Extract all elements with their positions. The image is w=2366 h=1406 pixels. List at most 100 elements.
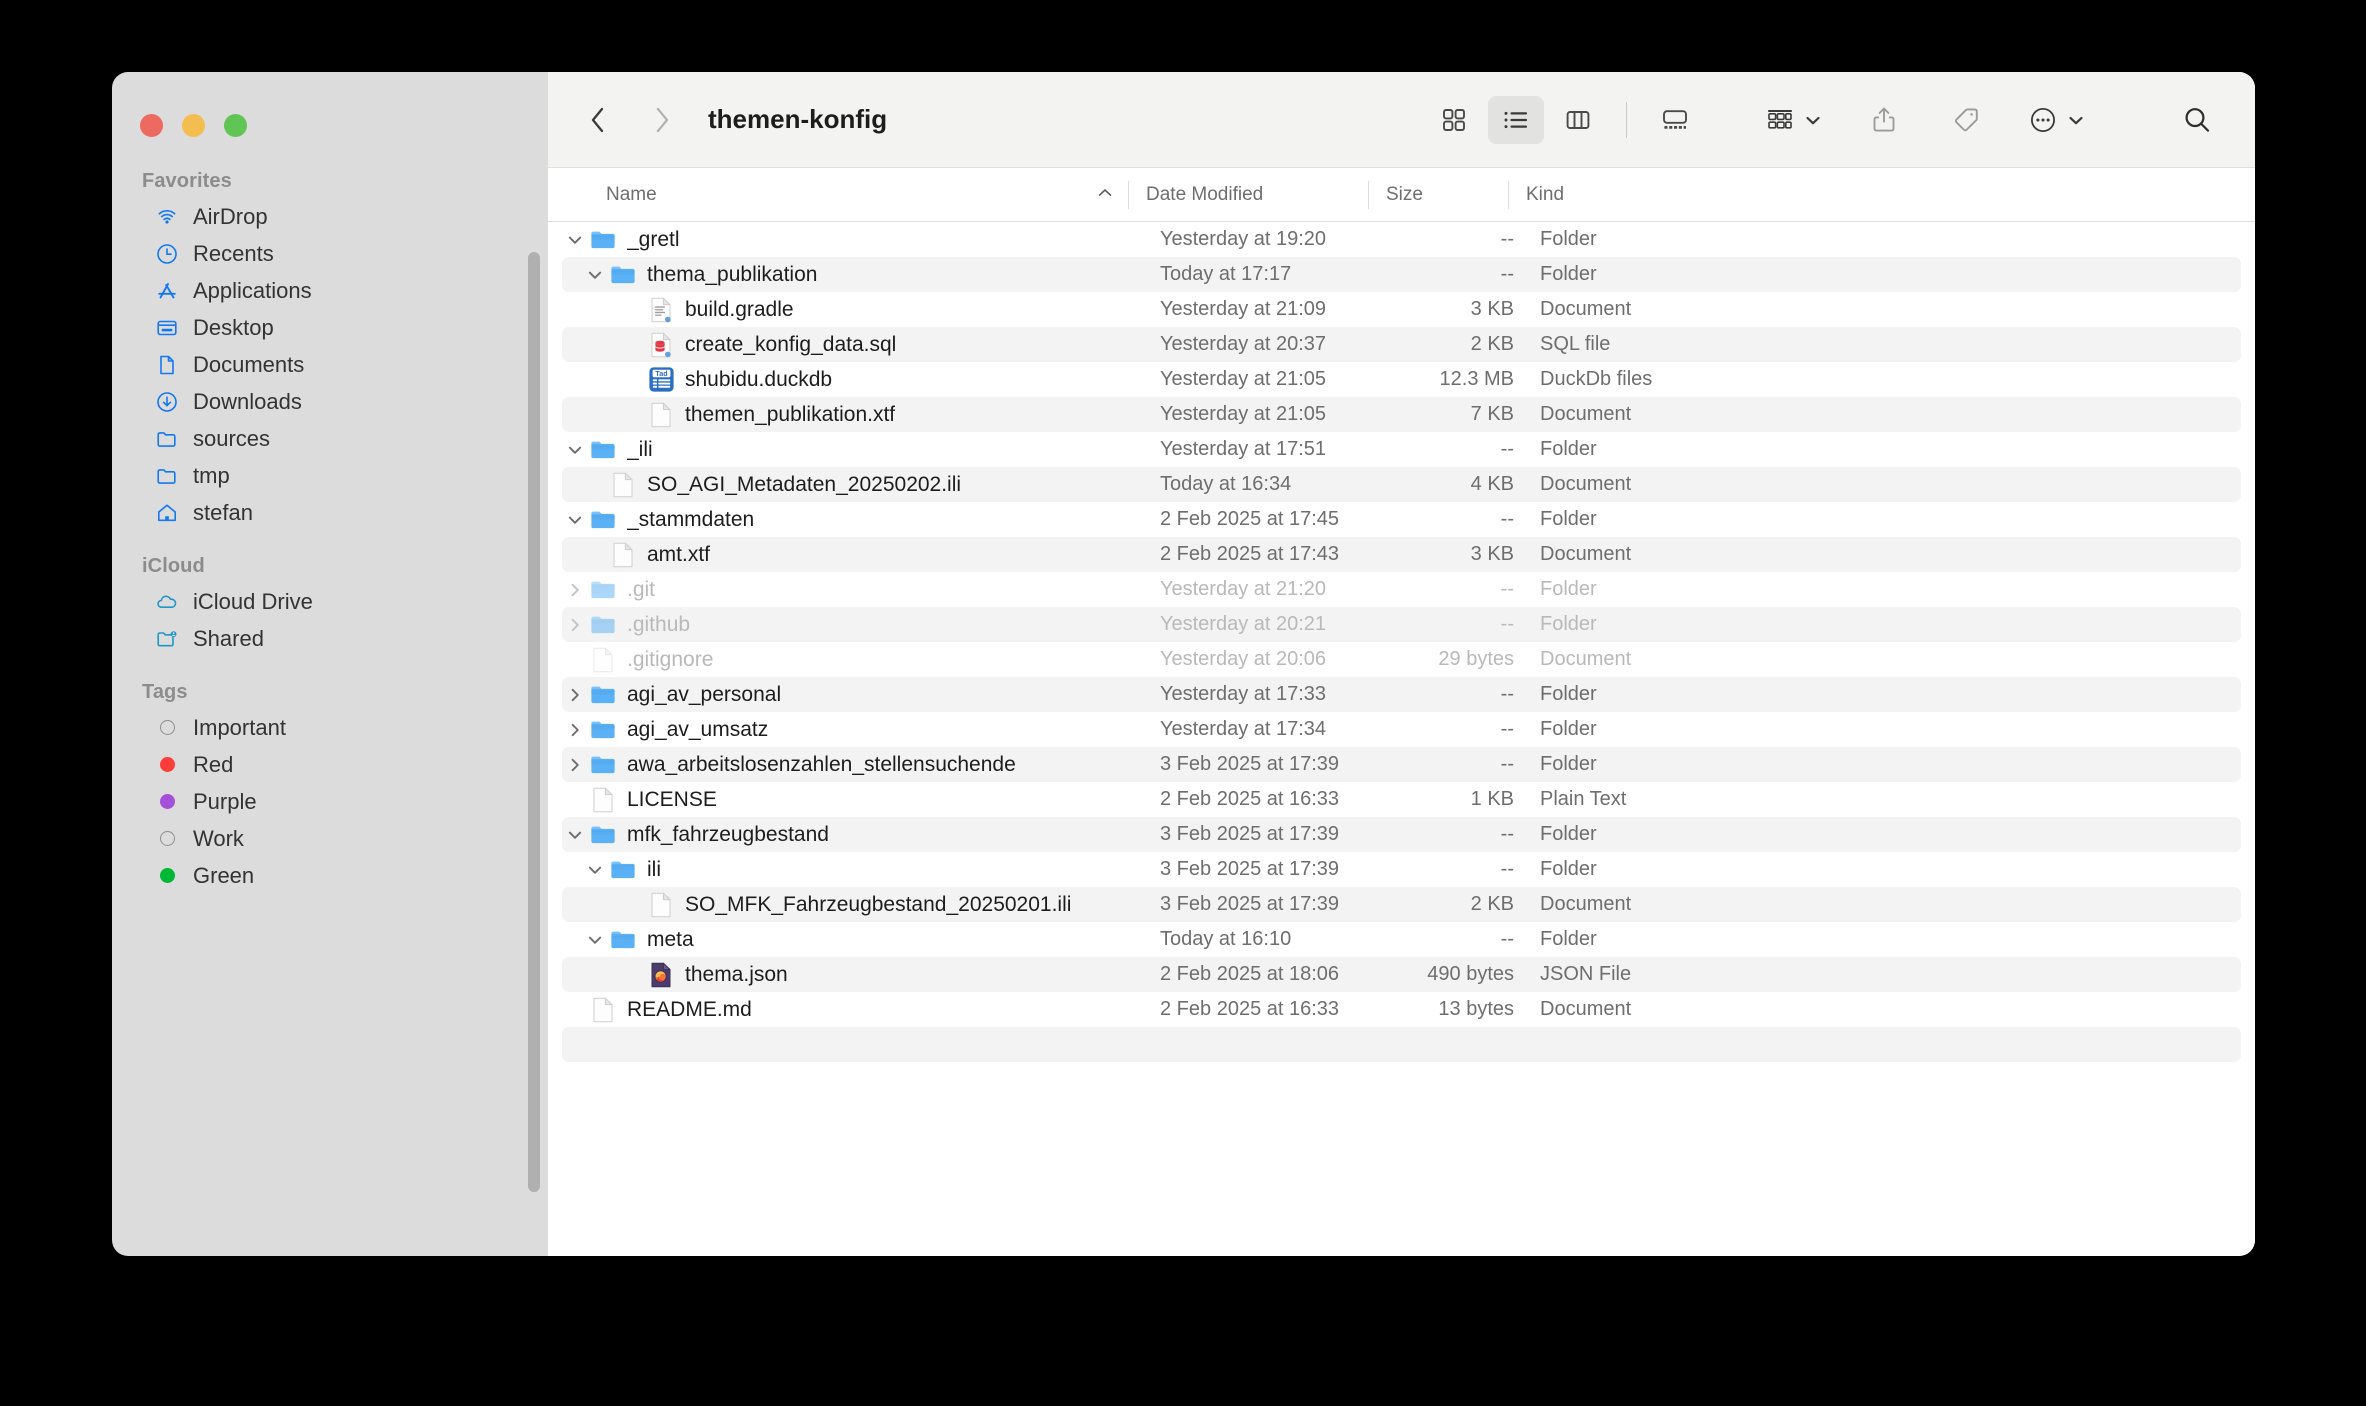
file-name-cell: thema_publikation — [562, 261, 1142, 289]
table-row[interactable]: ili 3 Feb 2025 at 17:39 -- Folder — [562, 852, 2241, 887]
file-size: -- — [1500, 263, 1514, 285]
file-kind: Folder — [1540, 928, 1597, 950]
sidebar-scrollbar[interactable] — [528, 252, 540, 1192]
sidebar-item-tag-green[interactable]: Green — [124, 857, 538, 894]
table-row[interactable]: LICENSE 2 Feb 2025 at 16:33 1 KB Plain Text — [562, 782, 2241, 817]
file-kind: Document — [1540, 648, 1632, 670]
disclosure-collapsed-icon[interactable] — [562, 616, 588, 634]
disclosure-expanded-icon[interactable] — [582, 933, 608, 947]
sidebar-item-icloud-drive[interactable]: iCloud Drive — [124, 583, 538, 620]
file-name-label: LICENSE — [627, 787, 717, 811]
sidebar-item-documents[interactable]: Documents — [124, 346, 538, 383]
sidebar-item-downloads[interactable]: Downloads — [124, 383, 538, 420]
sidebar-item-tag-important[interactable]: Important — [124, 709, 538, 746]
close-window-button[interactable] — [140, 114, 163, 137]
main-pane: themen-konfig Name Date Modified Size Ki… — [548, 72, 2255, 1256]
disclosure-expanded-icon[interactable] — [562, 233, 588, 247]
sidebar-scroll-area[interactable]: Favorites AirDrop Recents Applications D… — [112, 137, 548, 894]
sidebar-item-tmp[interactable]: tmp — [124, 457, 538, 494]
forward-button[interactable] — [640, 98, 684, 142]
column-header-size[interactable]: Size — [1368, 168, 1508, 221]
file-list[interactable]: _gretl Yesterday at 19:20 -- Folder thema_p… — [548, 222, 2255, 1256]
gallery-view-button[interactable] — [1647, 96, 1703, 144]
file-name-label: _ili — [627, 437, 653, 461]
table-row[interactable]: thema_publikation Today at 17:17 -- Folder — [562, 257, 2241, 292]
table-row[interactable]: themen_publikation.xtf Yesterday at 21:05… — [562, 397, 2241, 432]
sidebar-item-sources[interactable]: sources — [124, 420, 538, 457]
blank-document-icon — [588, 996, 618, 1024]
disclosure-expanded-icon[interactable] — [582, 268, 608, 282]
table-row[interactable]: _stammdaten 2 Feb 2025 at 17:45 -- Folder — [562, 502, 2241, 537]
column-header-kind[interactable]: Kind — [1508, 168, 2255, 221]
table-row[interactable]: meta Today at 16:10 -- Folder — [562, 922, 2241, 957]
icon-view-button[interactable] — [1426, 96, 1482, 144]
tag-button[interactable] — [1938, 96, 1994, 144]
disclosure-expanded-icon[interactable] — [582, 863, 608, 877]
sidebar-item-shared[interactable]: Shared — [124, 620, 538, 657]
file-name-label: .github — [627, 612, 691, 636]
sidebar-item-label: tmp — [193, 462, 230, 488]
search-button[interactable] — [2169, 96, 2225, 144]
folder-icon — [588, 751, 618, 779]
file-date-modified: Yesterday at 20:21 — [1160, 613, 1327, 635]
column-view-button[interactable] — [1550, 96, 1606, 144]
disclosure-collapsed-icon[interactable] — [562, 756, 588, 774]
group-by-button[interactable] — [1757, 96, 1830, 144]
table-row[interactable]: amt.xtf 2 Feb 2025 at 17:43 3 KB Document — [562, 537, 2241, 572]
file-date-modified: Yesterday at 21:05 — [1160, 403, 1327, 425]
sidebar-item-applications[interactable]: Applications — [124, 272, 538, 309]
folder-icon — [154, 463, 180, 489]
file-date-modified: 2 Feb 2025 at 18:06 — [1160, 963, 1340, 985]
maximize-window-button[interactable] — [224, 114, 247, 137]
disclosure-expanded-icon[interactable] — [562, 443, 588, 457]
sidebar-item-tag-purple[interactable]: Purple — [124, 783, 538, 820]
back-button[interactable] — [576, 98, 620, 142]
file-size: -- — [1500, 683, 1514, 705]
disclosure-expanded-icon[interactable] — [562, 513, 588, 527]
table-row[interactable]: Tad shubidu.duckdb Yesterday at 21:05 12.3… — [562, 362, 2241, 397]
toolbar-divider — [1626, 101, 1627, 138]
sidebar-item-tag-red[interactable]: Red — [124, 746, 538, 783]
table-row[interactable]: .github Yesterday at 20:21 -- Folder — [562, 607, 2241, 642]
sidebar-item-stefan[interactable]: stefan — [124, 494, 538, 531]
table-row[interactable]: SO_MFK_Fahrzeugbestand_20250201.ili 3 Feb… — [562, 887, 2241, 922]
file-name-label: SO_MFK_Fahrzeugbestand_20250201.ili — [685, 892, 1072, 916]
disclosure-collapsed-icon[interactable] — [562, 721, 588, 739]
sidebar-item-tag-work[interactable]: Work — [124, 820, 538, 857]
table-row[interactable]: awa_arbeitslosenzahlen_stellensuchende 3 … — [562, 747, 2241, 782]
sidebar-item-label: Work — [193, 825, 244, 851]
disclosure-collapsed-icon[interactable] — [562, 581, 588, 599]
share-button[interactable] — [1856, 96, 1912, 144]
file-name-label: _stammdaten — [627, 507, 755, 531]
disclosure-expanded-icon[interactable] — [562, 828, 588, 842]
table-row[interactable]: thema.json 2 Feb 2025 at 18:06 490 bytes JS… — [562, 957, 2241, 992]
table-row[interactable]: .gitignore Yesterday at 20:06 29 bytes Docu… — [562, 642, 2241, 677]
table-row[interactable]: .git Yesterday at 21:20 -- Folder — [562, 572, 2241, 607]
sidebar-item-label: Green — [193, 862, 255, 888]
table-row[interactable]: mfk_fahrzeugbestand 3 Feb 2025 at 17:39 --… — [562, 817, 2241, 852]
file-date-modified: Yesterday at 17:33 — [1160, 683, 1327, 705]
table-row[interactable]: agi_av_personal Yesterday at 17:33 -- Folde… — [562, 677, 2241, 712]
sidebar-item-airdrop[interactable]: AirDrop — [124, 198, 538, 235]
table-row[interactable]: agi_av_umsatz Yesterday at 17:34 -- Folder — [562, 712, 2241, 747]
more-actions-button[interactable] — [2020, 96, 2093, 144]
sidebar-item-desktop[interactable]: Desktop — [124, 309, 538, 346]
table-row[interactable]: _gretl Yesterday at 19:20 -- Folder — [562, 222, 2241, 257]
table-row[interactable]: _ili Yesterday at 17:51 -- Folder — [562, 432, 2241, 467]
disclosure-collapsed-icon[interactable] — [562, 686, 588, 704]
column-header-date-modified[interactable]: Date Modified — [1128, 168, 1368, 221]
file-kind: Folder — [1540, 858, 1597, 880]
column-header-name[interactable]: Name — [548, 168, 1128, 221]
table-row[interactable]: build.gradle Yesterday at 21:09 3 KB Docume… — [562, 292, 2241, 327]
cloud-icon — [154, 589, 180, 615]
file-kind: Folder — [1540, 718, 1597, 740]
file-size: 1 KB — [1470, 788, 1514, 810]
sidebar-section-title-favorites: Favorites — [142, 170, 232, 192]
list-view-button[interactable] — [1488, 95, 1544, 144]
minimize-window-button[interactable] — [182, 114, 205, 137]
table-row[interactable]: README.md 2 Feb 2025 at 16:33 13 bytes Docu… — [562, 992, 2241, 1027]
table-row[interactable]: create_konfig_data.sql Yesterday at 20:37… — [562, 327, 2241, 362]
sidebar-item-recents[interactable]: Recents — [124, 235, 538, 272]
table-row[interactable]: SO_AGI_Metadaten_20250202.ili Today at 16… — [562, 467, 2241, 502]
folder-icon — [608, 926, 638, 954]
